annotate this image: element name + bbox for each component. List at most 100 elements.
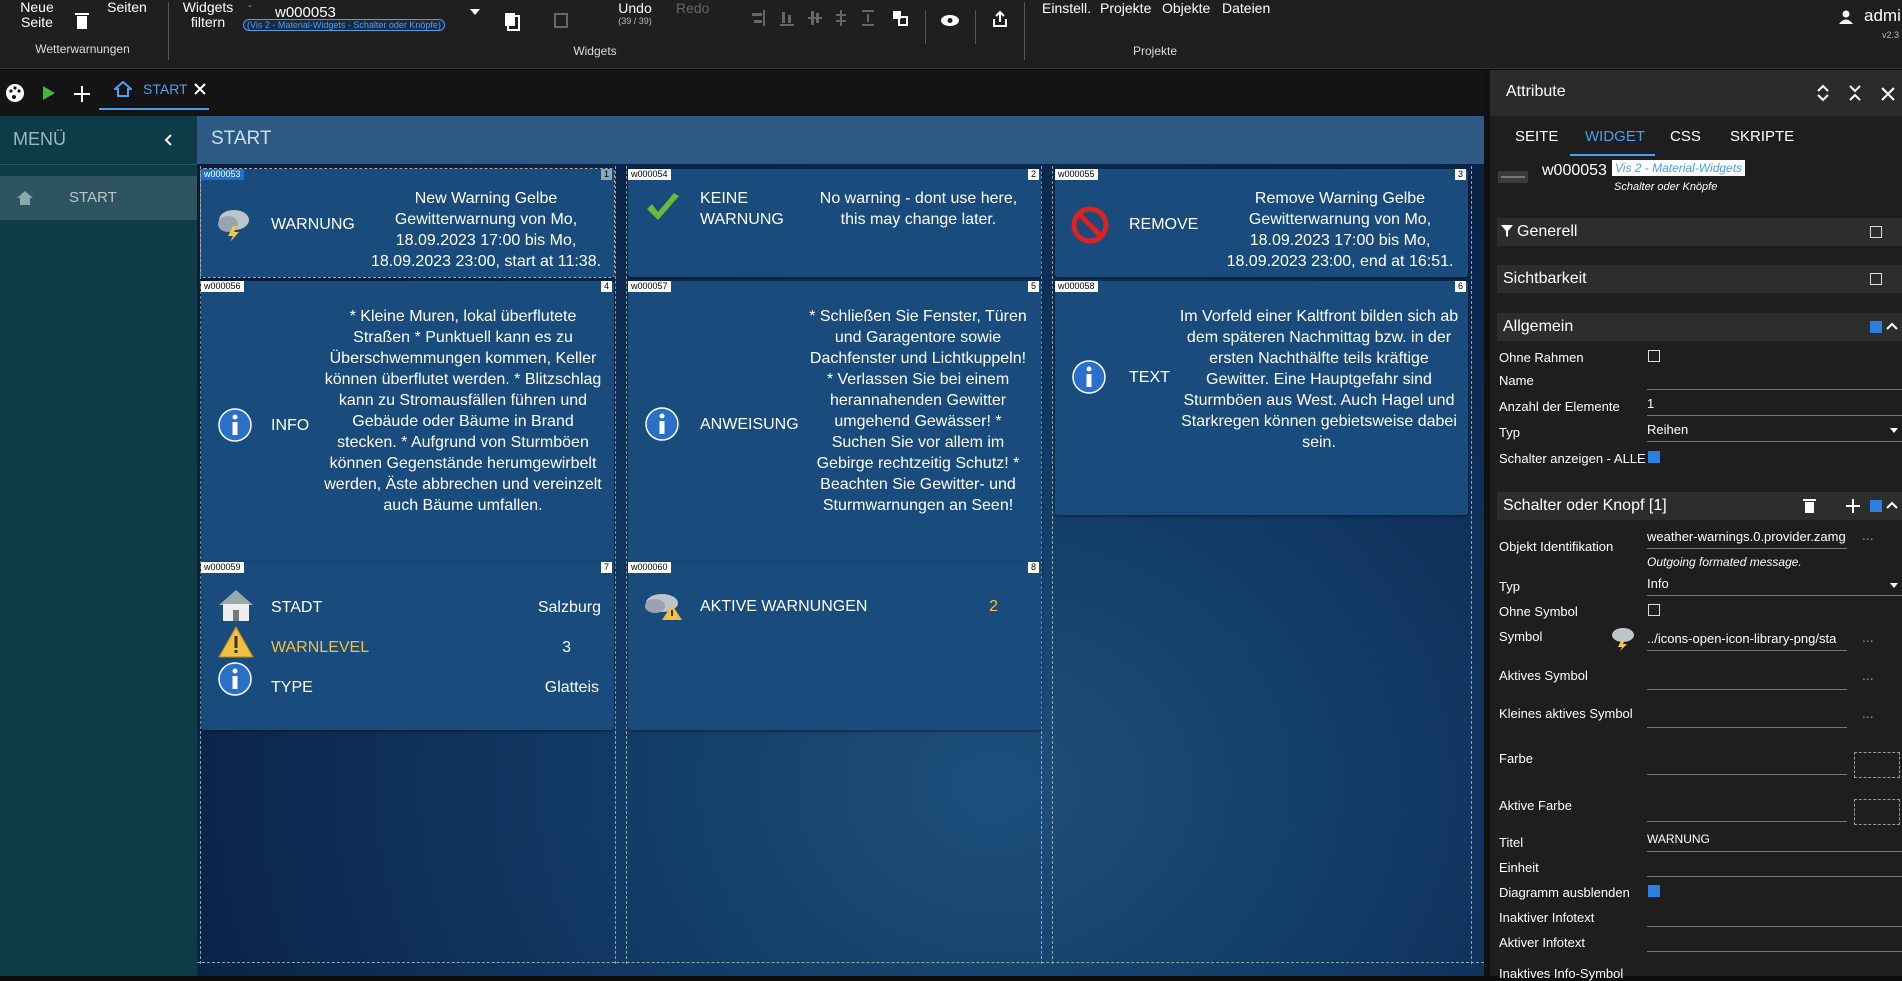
section-allgemein[interactable]: Allgemein <box>1497 313 1902 341</box>
widget-w000060[interactable]: w000060 8 AKTIVE WARNUNGEN 2 <box>628 562 1041 730</box>
forbidden-icon <box>1071 206 1109 244</box>
new-page-button[interactable]: Neue Seite <box>14 0 60 30</box>
palette-icon[interactable] <box>5 83 25 103</box>
expand-icon[interactable] <box>1817 84 1829 102</box>
widgets-filter-button[interactable]: Widgets filtern <box>180 0 236 30</box>
widget-title: AKTIVE WARNUNGEN <box>700 598 868 615</box>
titel-field[interactable]: WARNUNG <box>1647 832 1902 852</box>
menu-header: MENÜ <box>0 116 197 165</box>
widget-text: * Kleine Muren, lokal überflutete Straße… <box>324 308 602 514</box>
widget-number-tag: 4 <box>600 281 612 292</box>
widget-w000053[interactable]: w000053 1 WARNUNG New Warning Gelbe Gewi… <box>200 168 615 278</box>
trash-icon[interactable] <box>1803 498 1816 513</box>
color-picker[interactable] <box>1854 799 1900 825</box>
widget-w000058[interactable]: w000058 6 TEXT Im Vorfeld einer Kaltfron… <box>1055 281 1468 515</box>
typ-select[interactable]: Info <box>1647 576 1902 596</box>
row-label: TYPE <box>271 679 313 696</box>
field-label: Aktive Farbe <box>1499 798 1572 813</box>
section-title: Generell <box>1517 223 1578 240</box>
browse-button[interactable]: ... <box>1862 527 1874 543</box>
inaktiver-infotext-field[interactable] <box>1647 907 1902 927</box>
section-schalter[interactable]: Schalter oder Knopf [1] <box>1497 492 1902 520</box>
schalter-anzeigen-checkbox[interactable] <box>1648 451 1660 463</box>
browse-button[interactable]: ... <box>1862 705 1874 721</box>
menu-item-start[interactable]: START <box>0 176 197 220</box>
field-label: Inaktiver Infotext <box>1499 910 1595 925</box>
tab-label: START <box>143 81 188 97</box>
tab-seite[interactable]: SEITE <box>1515 128 1558 145</box>
symbol-field[interactable]: ../icons-open-icon-library-png/sta <box>1647 631 1847 651</box>
panel-header: Attribute <box>1490 70 1902 116</box>
group-icon[interactable] <box>892 10 908 26</box>
widget-number-tag: 1 <box>600 169 612 180</box>
field-label: Ohne Symbol <box>1499 604 1578 619</box>
section-sichtbarkeit[interactable]: Sichtbarkeit <box>1497 265 1902 293</box>
widget-w000057[interactable]: w000057 5 ANWEISUNG * Schließen Sie Fens… <box>628 281 1041 573</box>
section-checkbox[interactable] <box>1870 321 1882 333</box>
trash-icon[interactable] <box>74 12 90 30</box>
filter-icon <box>1501 225 1513 237</box>
chevron-left-icon[interactable] <box>164 134 172 146</box>
section-generell[interactable]: Generell <box>1497 218 1902 246</box>
kleines-symbol-field[interactable] <box>1647 708 1847 728</box>
diagramm-checkbox[interactable] <box>1648 885 1660 897</box>
copy-icon[interactable] <box>504 12 520 31</box>
typ-select[interactable]: Reihen <box>1647 422 1902 442</box>
plus-icon[interactable] <box>1846 499 1860 513</box>
browse-button[interactable]: ... <box>1862 667 1874 683</box>
user-icon <box>1839 10 1853 24</box>
widget-w000054[interactable]: w000054 2 KEINE WARNUNG No warning - don… <box>628 169 1041 277</box>
close-icon[interactable] <box>1881 87 1895 101</box>
export-icon[interactable] <box>992 11 1008 27</box>
widget-set-badge: Vis 2 - Material-Widgets <box>1612 160 1746 176</box>
projects-menu[interactable]: Projekte <box>1100 0 1151 16</box>
ohne-rahmen-checkbox[interactable] <box>1648 350 1660 362</box>
farbe-field[interactable] <box>1647 755 1847 775</box>
aktives-symbol-field[interactable] <box>1647 670 1847 690</box>
collapse-icon[interactable] <box>1849 84 1861 102</box>
editor-canvas: START w000053 1 WARNUNG New Warning Gelb… <box>197 116 1484 976</box>
menu-title: MENÜ <box>13 129 66 149</box>
row-label: WARNLEVEL <box>271 639 370 656</box>
ohne-symbol-checkbox[interactable] <box>1648 604 1660 616</box>
files-menu[interactable]: Dateien <box>1222 0 1270 16</box>
einheit-field[interactable] <box>1647 857 1902 877</box>
section-checkbox[interactable] <box>1870 500 1882 512</box>
plus-icon[interactable] <box>74 86 90 102</box>
pages-button[interactable]: Seiten <box>104 0 150 15</box>
widget-id-tag: w000053 <box>201 169 244 180</box>
widget-w000055[interactable]: w000055 3 REMOVE Remove Warning Gelbe Ge… <box>1055 169 1468 277</box>
objects-menu[interactable]: Objekte <box>1162 0 1210 16</box>
tab-css[interactable]: CSS <box>1670 128 1701 145</box>
widget-id-tag: w000059 <box>201 562 244 573</box>
browse-button[interactable]: ... <box>1862 629 1874 645</box>
chevron-up-icon[interactable] <box>1886 501 1898 509</box>
row-value: Glatteis <box>544 679 599 696</box>
settings-menu[interactable]: Einstell. <box>1042 0 1091 16</box>
home-icon <box>114 81 132 97</box>
section-checkbox[interactable] <box>1870 226 1882 238</box>
section-checkbox[interactable] <box>1870 273 1882 285</box>
menu-item-label: START <box>69 189 117 206</box>
widget-w000056[interactable]: w000056 4 INFO * Kleine Muren, lokal übe… <box>201 281 614 573</box>
tab-widget[interactable]: WIDGET <box>1585 128 1645 145</box>
thunderstorm-icon <box>218 210 249 242</box>
eye-icon[interactable] <box>940 14 960 27</box>
name-field[interactable] <box>1647 370 1902 390</box>
chevron-up-icon[interactable] <box>1886 322 1898 330</box>
undo-button[interactable]: Undo <box>600 0 670 16</box>
chevron-down-icon[interactable] <box>470 9 480 15</box>
aktiver-infotext-field[interactable] <box>1647 932 1902 952</box>
object-id-field[interactable]: weather-warnings.0.provider.zamg <box>1647 529 1847 549</box>
play-icon[interactable] <box>43 86 55 100</box>
close-icon[interactable] <box>194 83 206 95</box>
aktive-farbe-field[interactable] <box>1647 802 1847 822</box>
color-picker[interactable] <box>1854 752 1900 778</box>
info-icon <box>218 662 252 696</box>
tab-start[interactable]: START <box>99 70 209 110</box>
anzahl-field[interactable]: 1 <box>1647 396 1902 416</box>
widget-w000059[interactable]: w000059 7 STADT Salzburg WARNLEVEL 3 TYP… <box>201 562 614 730</box>
user-name[interactable]: admin <box>1864 6 1902 26</box>
tab-skripte[interactable]: SKRIPTE <box>1730 128 1794 145</box>
field-label: Anzahl der Elemente <box>1499 399 1620 414</box>
